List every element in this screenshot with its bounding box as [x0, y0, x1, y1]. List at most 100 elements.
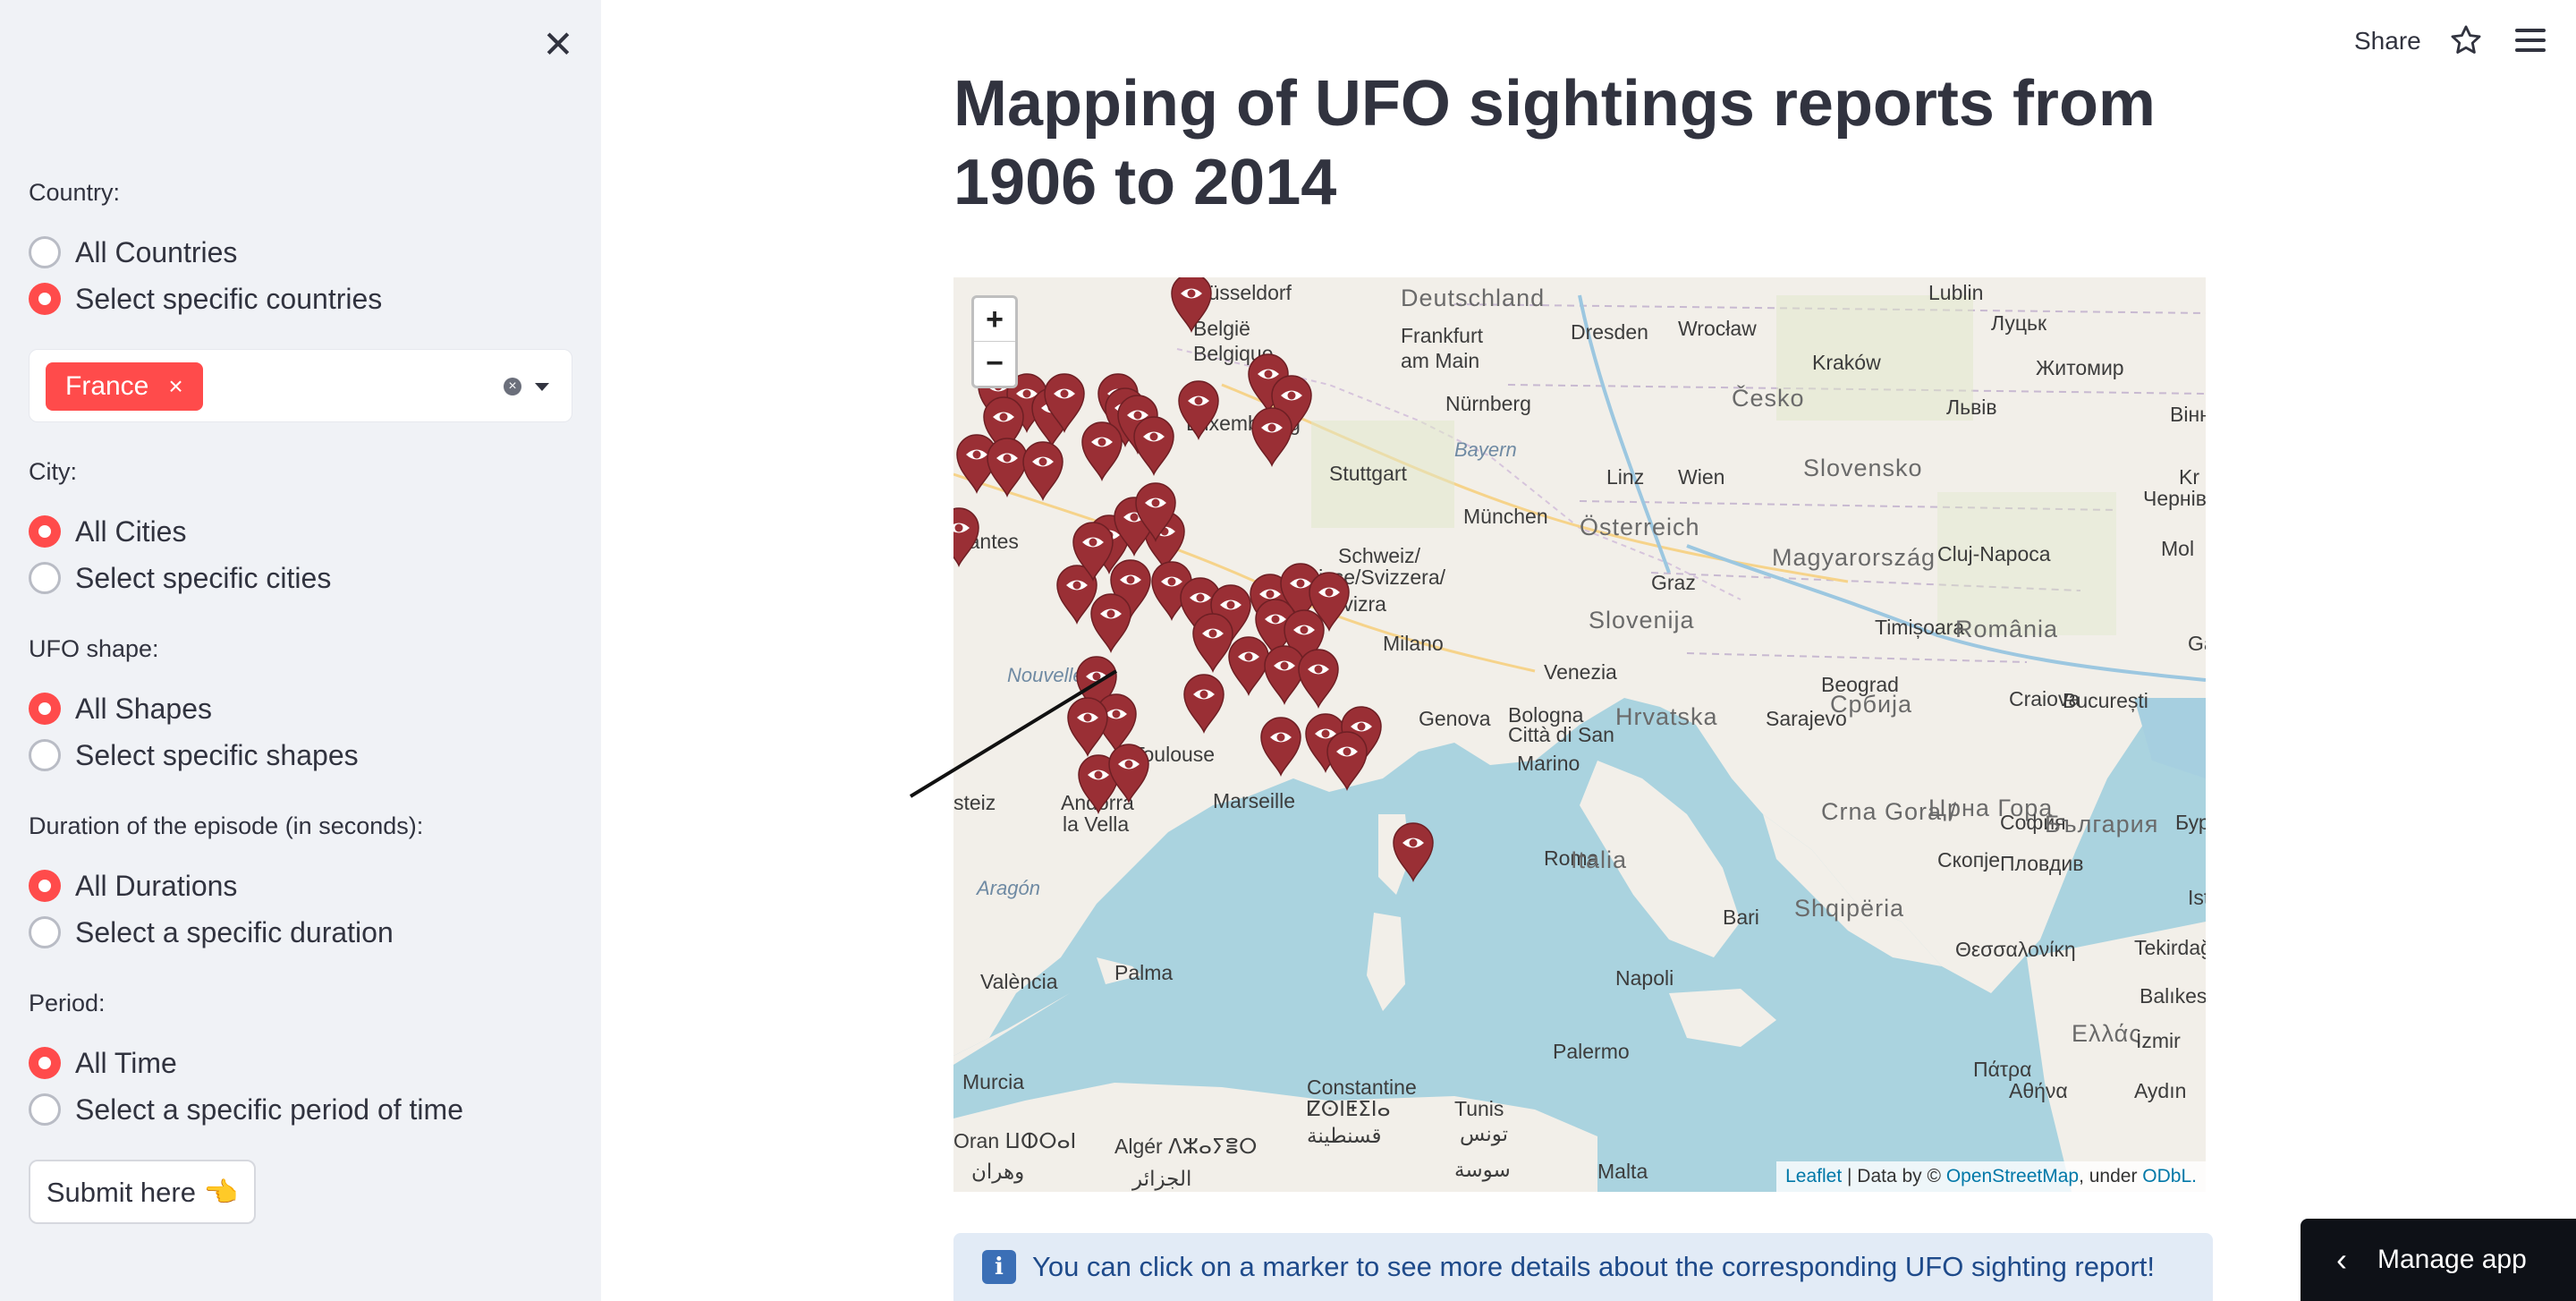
ufo-marker-icon[interactable]	[953, 505, 982, 567]
radio-label: All Durations	[75, 869, 238, 902]
map-label: Schweiz/	[1338, 544, 1421, 567]
radio-button[interactable]	[29, 916, 61, 948]
ufo-marker-icon[interactable]	[1132, 480, 1179, 542]
drawn-line	[909, 669, 1118, 798]
radio-all-shapes[interactable]: All Shapes	[29, 689, 212, 728]
odbl-link[interactable]: ODbL.	[2142, 1166, 2197, 1186]
ufo-marker-icon[interactable]	[1390, 820, 1436, 882]
map-label: قسنطينة	[1307, 1124, 1382, 1147]
radio-all-time[interactable]: All Time	[29, 1043, 177, 1083]
ufo-marker-icon[interactable]	[1324, 728, 1370, 791]
radio-select-specific-shapes[interactable]: Select specific shapes	[29, 736, 359, 775]
map-label: Bari	[1723, 906, 1759, 929]
map-label: Житомир	[2036, 356, 2124, 379]
map-label: Dresden	[1571, 320, 1648, 344]
map-label: Kr	[2179, 465, 2199, 489]
chevron-down-icon[interactable]	[535, 383, 549, 391]
radio-button[interactable]	[29, 236, 61, 268]
map-label: Львів	[1946, 395, 1997, 419]
map-label: Balıkesir	[2140, 984, 2206, 1008]
map-label: الجزائر	[1132, 1167, 1192, 1190]
ufo-marker-icon[interactable]	[1249, 404, 1295, 467]
ufo-marker-icon[interactable]	[1258, 714, 1304, 777]
map-label: am Main	[1401, 349, 1480, 372]
radio-all-durations[interactable]: All Durations	[29, 866, 237, 906]
radio-label: All Shapes	[75, 692, 212, 725]
leaflet-map[interactable]: Düsseldorf Deutschland Lublin België Belgiqu…	[953, 277, 2206, 1192]
clear-selection-icon[interactable]: ×	[504, 378, 521, 395]
map-label: Algér ⴷⵣⴰⵢⴻⵔ	[1114, 1135, 1258, 1158]
map-label: Timișoara	[1875, 616, 1965, 639]
map-label: Murcia	[962, 1070, 1025, 1093]
radio-button[interactable]	[29, 515, 61, 548]
hamburger-menu-icon[interactable]	[2515, 29, 2546, 54]
ufo-marker-icon[interactable]	[1175, 378, 1222, 440]
radio-select-specific-cities[interactable]: Select specific cities	[29, 558, 331, 598]
map-label: Frankfurt	[1401, 324, 1484, 347]
radio-button[interactable]	[29, 562, 61, 594]
radio-button[interactable]	[29, 283, 61, 315]
ufo-marker-icon[interactable]	[1181, 671, 1227, 734]
map-label: Nürnberg	[1445, 392, 1531, 415]
map-label: Πάτρα	[1973, 1058, 2032, 1081]
ufo-marker-icon[interactable]	[1070, 519, 1116, 582]
radio-button[interactable]	[29, 1093, 61, 1126]
country-label: Country:	[29, 179, 121, 206]
star-icon[interactable]	[2449, 23, 2483, 57]
submit-button[interactable]: Submit here 👈	[29, 1160, 256, 1224]
openstreetmap-link[interactable]: OpenStreetMap	[1946, 1166, 2079, 1186]
radio-label: Select specific countries	[75, 282, 383, 315]
ufo-marker-icon[interactable]	[1190, 610, 1236, 673]
info-alert: i You can click on a marker to see more …	[953, 1233, 2213, 1301]
map-label: ⵇⵙⵏⵟⵉⵏⴰ	[1307, 1097, 1391, 1120]
close-sidebar-icon[interactable]: ✕	[540, 26, 576, 64]
map-label: Linz	[1606, 465, 1645, 489]
map-label: Genova	[1419, 707, 1491, 730]
map-label: Mol	[2161, 537, 2195, 560]
country-multiselect[interactable]: France × ×	[29, 349, 572, 422]
map-label: München	[1463, 505, 1548, 528]
ufo-marker-icon[interactable]	[1020, 438, 1066, 501]
map-attribution: Leaflet | Data by © OpenStreetMap, under…	[1776, 1161, 2206, 1192]
map-label: Ελλάς	[2072, 1020, 2142, 1047]
map-label: Venezia	[1544, 660, 1617, 684]
ufo-marker-icon[interactable]	[1295, 646, 1342, 709]
radio-select-specific-duration[interactable]: Select a specific duration	[29, 913, 394, 952]
map-label: وهران	[971, 1160, 1025, 1183]
radio-select-specific-period[interactable]: Select a specific period of time	[29, 1090, 463, 1129]
ufo-marker-icon[interactable]	[1088, 591, 1134, 653]
attribution-text-under: , under	[2079, 1166, 2143, 1186]
radio-select-specific-countries[interactable]: Select specific countries	[29, 279, 382, 319]
map-label: Magyarország	[1772, 544, 1936, 571]
zoom-in-button[interactable]: +	[974, 298, 1015, 342]
chip-remove-icon[interactable]: ×	[168, 372, 182, 401]
map-label: Oran ⵡⵀⵔⴰⵏ	[953, 1129, 1077, 1152]
chevron-left-icon: ‹	[2336, 1241, 2347, 1278]
radio-button[interactable]	[29, 693, 61, 725]
attribution-text: | Data by ©	[1842, 1166, 1946, 1186]
share-button[interactable]: Share	[2354, 27, 2421, 55]
map-label: Пловдив	[2000, 852, 2084, 875]
map-label: Бург	[2175, 811, 2206, 834]
ufo-marker-icon[interactable]	[1131, 413, 1177, 476]
radio-label: Select a specific duration	[75, 915, 394, 948]
map-label: Wien	[1678, 465, 1725, 489]
radio-label: Select a specific period of time	[75, 1093, 463, 1126]
radio-button[interactable]	[29, 739, 61, 771]
radio-all-cities[interactable]: All Cities	[29, 512, 186, 551]
map-label: València	[980, 970, 1058, 993]
sidebar: ✕ Country: All Countries Select specific…	[0, 0, 601, 1301]
period-label: Period:	[29, 990, 106, 1016]
ufo-marker-icon[interactable]	[1306, 569, 1352, 632]
radio-all-countries[interactable]: All Countries	[29, 233, 237, 272]
map-label: Sarajevo	[1766, 707, 1847, 730]
ufo-marker-icon[interactable]	[1168, 277, 1215, 333]
manage-app-button[interactable]: ‹ Manage app	[2301, 1219, 2576, 1301]
map-label: Tunis	[1454, 1097, 1504, 1120]
radio-label: Select specific cities	[75, 561, 332, 594]
radio-button[interactable]	[29, 1047, 61, 1079]
leaflet-link[interactable]: Leaflet	[1785, 1166, 1842, 1186]
ufo-marker-icon[interactable]	[1079, 419, 1125, 481]
zoom-out-button[interactable]: −	[974, 342, 1015, 386]
radio-button[interactable]	[29, 870, 61, 902]
